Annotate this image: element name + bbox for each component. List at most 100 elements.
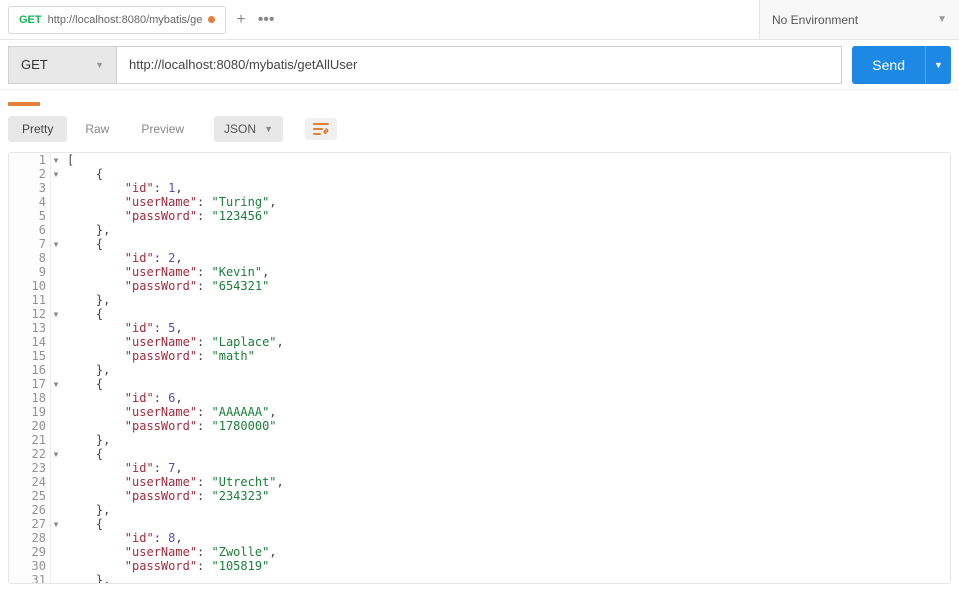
- code-text: "id": 1,: [61, 181, 183, 195]
- code-line: 28 "id": 8,: [9, 531, 950, 545]
- code-text: "passWord": "1780000": [61, 419, 277, 433]
- wrap-lines-button[interactable]: [305, 118, 337, 140]
- tab-method: GET: [19, 14, 42, 26]
- line-number: 4: [9, 195, 51, 209]
- fold-toggle: [51, 223, 61, 237]
- code-line: 14 "userName": "Laplace",: [9, 335, 950, 349]
- line-number: 26: [9, 503, 51, 517]
- raw-tab[interactable]: Raw: [71, 116, 123, 142]
- code-line: 13 "id": 5,: [9, 321, 950, 335]
- send-button[interactable]: Send: [852, 46, 925, 84]
- line-number: 5: [9, 209, 51, 223]
- format-selector[interactable]: JSON ▼: [214, 116, 283, 142]
- fold-toggle: [51, 391, 61, 405]
- line-number: 9: [9, 265, 51, 279]
- code-text: },: [61, 433, 110, 447]
- code-text: "passWord": "234323": [61, 489, 269, 503]
- fold-toggle: [51, 181, 61, 195]
- code-text: "userName": "AAAAAA",: [61, 405, 277, 419]
- pretty-tab[interactable]: Pretty: [8, 116, 67, 142]
- fold-toggle: [51, 363, 61, 377]
- code-line: 20 "passWord": "1780000": [9, 419, 950, 433]
- fold-toggle[interactable]: ▾: [51, 153, 61, 167]
- code-line: 7▾ {: [9, 237, 950, 251]
- code-text: "passWord": "654321": [61, 279, 269, 293]
- code-line: 3 "id": 1,: [9, 181, 950, 195]
- request-tab[interactable]: GET http://localhost:8080/mybatis/ge: [8, 6, 226, 34]
- code-text: {: [61, 307, 103, 321]
- chevron-down-icon: ▼: [264, 124, 273, 134]
- fold-toggle: [51, 349, 61, 363]
- code-text: "userName": "Kevin",: [61, 265, 269, 279]
- fold-toggle[interactable]: ▾: [51, 237, 61, 251]
- line-number: 28: [9, 531, 51, 545]
- line-number: 15: [9, 349, 51, 363]
- fold-toggle[interactable]: ▾: [51, 517, 61, 531]
- line-number: 18: [9, 391, 51, 405]
- code-line: 31 },: [9, 573, 950, 584]
- code-line: 25 "passWord": "234323": [9, 489, 950, 503]
- fold-toggle: [51, 195, 61, 209]
- line-number: 21: [9, 433, 51, 447]
- code-text: {: [61, 377, 103, 391]
- fold-toggle[interactable]: ▾: [51, 167, 61, 181]
- code-text: "userName": "Laplace",: [61, 335, 284, 349]
- fold-toggle: [51, 461, 61, 475]
- chevron-down-icon: ▼: [95, 60, 104, 70]
- fold-toggle: [51, 433, 61, 447]
- code-line: 22▾ {: [9, 447, 950, 461]
- code-text: "passWord": "105819": [61, 559, 269, 573]
- preview-tab[interactable]: Preview: [127, 116, 198, 142]
- fold-toggle[interactable]: ▾: [51, 377, 61, 391]
- fold-toggle[interactable]: ▾: [51, 307, 61, 321]
- url-input[interactable]: [116, 46, 842, 84]
- tab-title: http://localhost:8080/mybatis/ge: [48, 14, 203, 26]
- tab-actions: + •••: [236, 12, 274, 28]
- code-line: 23 "id": 7,: [9, 461, 950, 475]
- code-line: 24 "userName": "Utrecht",: [9, 475, 950, 489]
- code-text: },: [61, 223, 110, 237]
- fold-toggle: [51, 489, 61, 503]
- code-line: 16 },: [9, 363, 950, 377]
- fold-toggle: [51, 293, 61, 307]
- code-line: 30 "passWord": "105819": [9, 559, 950, 573]
- method-value: GET: [21, 57, 48, 72]
- chevron-down-icon: ▼: [937, 14, 947, 25]
- code-text: "id": 5,: [61, 321, 183, 335]
- method-selector[interactable]: GET ▼: [8, 46, 116, 84]
- fold-toggle: [51, 573, 61, 584]
- line-number: 30: [9, 559, 51, 573]
- code-text: "passWord": "math": [61, 349, 255, 363]
- send-group: Send ▼: [852, 46, 951, 84]
- fold-toggle: [51, 419, 61, 433]
- send-dropdown-button[interactable]: ▼: [925, 46, 951, 84]
- code-text: "passWord": "123456": [61, 209, 269, 223]
- fold-toggle: [51, 321, 61, 335]
- fold-toggle: [51, 279, 61, 293]
- fold-toggle: [51, 335, 61, 349]
- environment-label: No Environment: [772, 13, 858, 27]
- add-tab-button[interactable]: +: [236, 12, 245, 28]
- line-number: 8: [9, 251, 51, 265]
- fold-toggle: [51, 265, 61, 279]
- fold-toggle: [51, 475, 61, 489]
- code-line: 11 },: [9, 293, 950, 307]
- code-text: {: [61, 517, 103, 531]
- code-line: 8 "id": 2,: [9, 251, 950, 265]
- code-line: 9 "userName": "Kevin",: [9, 265, 950, 279]
- environment-selector[interactable]: No Environment ▼: [759, 0, 959, 40]
- line-number: 19: [9, 405, 51, 419]
- tab-more-button[interactable]: •••: [258, 12, 275, 28]
- wrap-icon: [313, 122, 329, 136]
- code-text: "id": 7,: [61, 461, 183, 475]
- fold-toggle[interactable]: ▾: [51, 447, 61, 461]
- line-number: 25: [9, 489, 51, 503]
- line-number: 16: [9, 363, 51, 377]
- code-line: 29 "userName": "Zwolle",: [9, 545, 950, 559]
- response-body[interactable]: 1▾[2▾ {3 "id": 1,4 "userName": "Turing",…: [8, 152, 951, 584]
- fold-toggle: [51, 405, 61, 419]
- code-text: },: [61, 503, 110, 517]
- code-text: },: [61, 293, 110, 307]
- code-line: 4 "userName": "Turing",: [9, 195, 950, 209]
- line-number: 2: [9, 167, 51, 181]
